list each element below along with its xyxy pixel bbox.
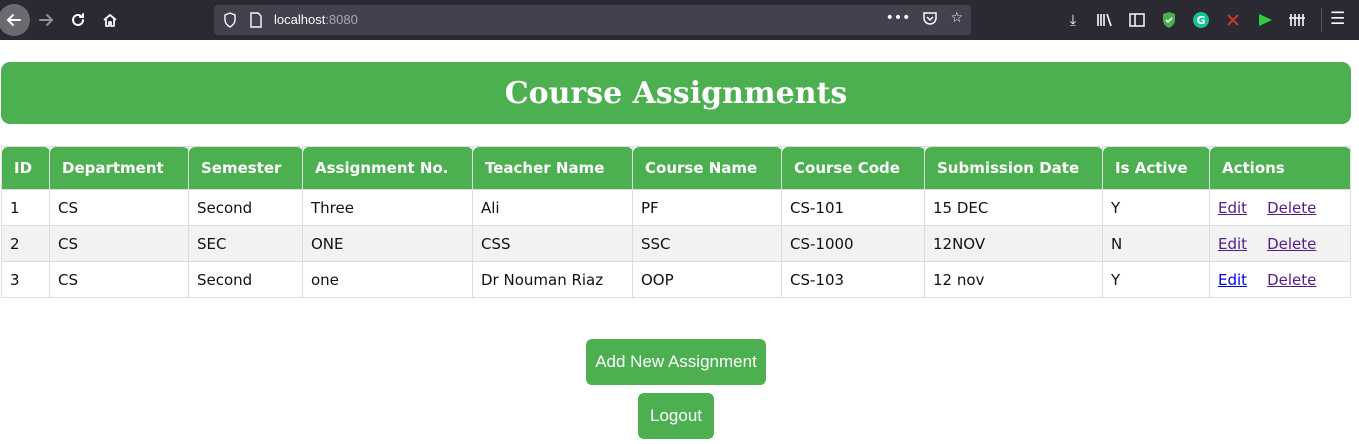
shield-extension-icon[interactable]: [1158, 9, 1180, 31]
column-header: Is Active: [1102, 146, 1210, 190]
cell-course-code: CS-1000: [781, 225, 925, 262]
sidebar-icon[interactable]: [1126, 9, 1148, 31]
library-icon[interactable]: [1094, 9, 1116, 31]
cell-id: 3: [1, 261, 50, 298]
cell-assignment-no: Three: [302, 189, 473, 226]
menu-icon[interactable]: ☰: [1330, 9, 1345, 29]
cell-semester: Second: [188, 189, 303, 226]
table-row: 1 CS Second Three Ali PF CS-101 15 DEC Y…: [1, 189, 1351, 226]
edit-link[interactable]: Edit: [1218, 271, 1247, 289]
edit-link[interactable]: Edit: [1218, 199, 1247, 217]
url-text[interactable]: localhost:8080: [274, 12, 358, 27]
edit-link[interactable]: Edit: [1218, 235, 1247, 253]
column-header: Teacher Name: [472, 146, 633, 190]
column-header: Department: [49, 146, 189, 190]
url-port: :8080: [325, 12, 358, 27]
cell-actions: Edit Delete: [1209, 261, 1351, 298]
table-header-row: ID Department Semester Assignment No. Te…: [1, 146, 1351, 190]
delete-link[interactable]: Delete: [1267, 271, 1316, 289]
cell-id: 2: [1, 225, 50, 262]
cell-teacher-name: Ali: [472, 189, 633, 226]
cell-is-active: Y: [1102, 189, 1210, 226]
url-bar[interactable]: localhost:8080 ••• ☆: [214, 5, 971, 35]
cell-semester: SEC: [188, 225, 303, 262]
cell-submission-date: 12 nov: [924, 261, 1103, 298]
grammarly-icon[interactable]: G: [1190, 9, 1212, 31]
cell-is-active: N: [1102, 225, 1210, 262]
cell-department: CS: [49, 225, 189, 262]
cell-semester: Second: [188, 261, 303, 298]
forward-icon[interactable]: [30, 4, 62, 36]
cell-course-code: CS-103: [781, 261, 925, 298]
svg-text:G: G: [1196, 14, 1205, 27]
table-row: 2 CS SEC ONE CSS SSC CS-1000 12NOV N Edi…: [1, 225, 1351, 262]
cell-teacher-name: CSS: [472, 225, 633, 262]
cell-assignment-no: ONE: [302, 225, 473, 262]
url-actions: ••• ☆: [886, 10, 963, 30]
more-icon[interactable]: •••: [886, 10, 911, 30]
cell-teacher-name: Dr Nouman Riaz: [472, 261, 633, 298]
cell-course-name: OOP: [632, 261, 782, 298]
cell-course-code: CS-101: [781, 189, 925, 226]
page-header: Course Assignments: [1, 62, 1351, 124]
bars-extension-icon[interactable]: [1286, 9, 1308, 31]
cell-department: CS: [49, 261, 189, 298]
blocked-extension-icon[interactable]: [1222, 9, 1244, 31]
column-header: Submission Date: [924, 146, 1103, 190]
reload-icon[interactable]: [62, 4, 94, 36]
logout-button[interactable]: Logout: [638, 393, 714, 439]
page-title: Course Assignments: [504, 75, 848, 111]
column-header: ID: [1, 146, 50, 190]
url-host: localhost: [274, 12, 326, 27]
add-new-assignment-button[interactable]: Add New Assignment: [586, 339, 766, 385]
flag-extension-icon[interactable]: [1254, 9, 1276, 31]
toolbar-separator: [1321, 8, 1322, 32]
page-icon[interactable]: [248, 12, 264, 28]
cell-assignment-no: one: [302, 261, 473, 298]
pocket-icon[interactable]: [922, 10, 938, 30]
back-icon[interactable]: [0, 4, 30, 36]
cell-submission-date: 15 DEC: [924, 189, 1103, 226]
cell-submission-date: 12NOV: [924, 225, 1103, 262]
cell-course-name: PF: [632, 189, 782, 226]
home-icon[interactable]: [94, 4, 126, 36]
column-header: Semester: [188, 146, 303, 190]
cell-department: CS: [49, 189, 189, 226]
cell-is-active: Y: [1102, 261, 1210, 298]
column-header: Course Name: [632, 146, 782, 190]
extension-icons: ⤓ G: [1062, 9, 1308, 31]
browser-toolbar: localhost:8080 ••• ☆ ⤓ G ☰: [0, 0, 1359, 40]
download-icon[interactable]: ⤓: [1062, 9, 1084, 31]
column-header: Actions: [1209, 146, 1351, 190]
table-row: 3 CS Second one Dr Nouman Riaz OOP CS-10…: [1, 261, 1351, 298]
star-icon[interactable]: ☆: [950, 10, 963, 30]
column-header: Course Code: [781, 146, 925, 190]
delete-link[interactable]: Delete: [1267, 235, 1316, 253]
cell-actions: Edit Delete: [1209, 189, 1351, 226]
cell-actions: Edit Delete: [1209, 225, 1351, 262]
delete-link[interactable]: Delete: [1267, 199, 1316, 217]
shield-icon[interactable]: [222, 12, 238, 28]
assignments-table: ID Department Semester Assignment No. Te…: [1, 146, 1351, 298]
column-header: Assignment No.: [302, 146, 473, 190]
cell-course-name: SSC: [632, 225, 782, 262]
cell-id: 1: [1, 189, 50, 226]
